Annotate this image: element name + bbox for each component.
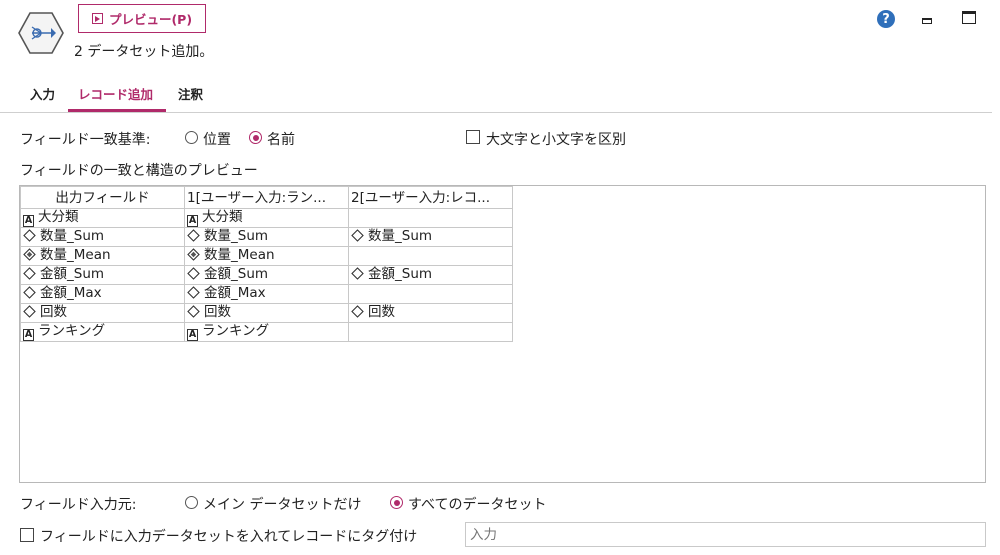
input-1-cell: 金額_Sum <box>184 265 349 285</box>
nominal-type-icon: A <box>23 215 34 227</box>
mixed-type-icon <box>187 248 200 265</box>
main-dataset-only-radio[interactable] <box>185 496 198 509</box>
field-name: 金額_Max <box>204 285 266 302</box>
field-match-table: 出力フィールド 1[ユーザー入力:ラン... 2[ユーザー入力:レコ... A大… <box>20 186 513 342</box>
help-icon[interactable]: ? <box>877 10 895 28</box>
input-1-cell: 数量_Mean <box>184 246 349 266</box>
output-field-cell: 数量_Sum <box>20 227 185 247</box>
match-by-position-label[interactable]: 位置 <box>203 129 231 149</box>
output-field-cell: 数量_Mean <box>20 246 185 266</box>
table-row[interactable]: A 大分類 A 大分類 <box>20 208 513 228</box>
field-name: 金額_Sum <box>368 266 433 283</box>
preview-section-title: フィールドの一致と構造のプレビュー <box>20 163 258 179</box>
table-row[interactable]: 数量_Mean 数量_Mean <box>20 246 513 266</box>
nominal-type-icon: A <box>187 215 198 227</box>
continuous-type-icon <box>187 286 200 303</box>
table-header-row: 出力フィールド 1[ユーザー入力:ラン... 2[ユーザー入力:レコ... <box>20 186 513 209</box>
field-name: ランキング <box>38 323 106 340</box>
continuous-type-icon <box>187 229 200 246</box>
continuous-type-icon <box>187 267 200 284</box>
field-name: 数量_Sum <box>368 228 433 245</box>
column-header-input-2[interactable]: 2[ユーザー入力:レコ... <box>348 186 513 209</box>
table-row[interactable]: 数量_Sum 数量_Sum 数量_Sum <box>20 227 513 247</box>
table-row[interactable]: 金額_Max 金額_Max <box>20 284 513 304</box>
field-name: 数量_Mean <box>40 247 111 264</box>
output-field-cell: 金額_Sum <box>20 265 185 285</box>
input-1-cell: 金額_Max <box>184 284 349 304</box>
field-name: 回数 <box>40 304 67 321</box>
match-by-name-label[interactable]: 名前 <box>267 129 295 149</box>
continuous-type-icon <box>23 267 36 284</box>
field-name: 数量_Sum <box>204 228 269 245</box>
input-2-cell: 金額_Sum <box>348 265 513 285</box>
preview-button[interactable]: プレビュー(P) <box>78 4 206 33</box>
nominal-type-icon: A <box>187 329 198 341</box>
preview-button-label: プレビュー(P) <box>108 12 193 27</box>
match-by-position-radio[interactable] <box>185 131 198 144</box>
column-header-output-field[interactable]: 出力フィールド <box>20 186 185 209</box>
input-2-cell <box>348 208 513 228</box>
continuous-type-icon <box>351 267 364 284</box>
input-1-cell: A ランキング <box>184 322 349 342</box>
output-field-cell: A ランキング <box>20 322 185 342</box>
output-field-cell: 金額_Max <box>20 284 185 304</box>
input-2-cell: 回数 <box>348 303 513 323</box>
input-2-cell: 数量_Sum <box>348 227 513 247</box>
field-name: 回数 <box>204 304 231 321</box>
match-by-name-radio[interactable] <box>249 131 262 144</box>
append-node-icon <box>18 10 64 56</box>
maximize-icon[interactable] <box>962 11 976 24</box>
active-tab-indicator <box>68 109 166 112</box>
table-row[interactable]: A ランキング A ランキング <box>20 322 513 342</box>
output-field-cell: A 大分類 <box>20 208 185 228</box>
field-name: 回数 <box>368 304 395 321</box>
input-2-cell <box>348 284 513 304</box>
tag-records-label[interactable]: フィールドに入力データセットを入れてレコードにタグ付け <box>40 526 417 546</box>
field-name: 数量_Sum <box>40 228 105 245</box>
mixed-type-icon <box>23 248 36 265</box>
continuous-type-icon <box>351 229 364 246</box>
play-icon <box>91 13 103 24</box>
tag-records-checkbox[interactable] <box>20 528 34 542</box>
all-datasets-label[interactable]: すべてのデータセット <box>408 494 546 514</box>
field-match-table-panel[interactable]: 出力フィールド 1[ユーザー入力:ラン... 2[ユーザー入力:レコ... A大… <box>19 185 986 483</box>
input-2-cell <box>348 246 513 266</box>
field-name: 金額_Max <box>40 285 102 302</box>
input-1-cell: 数量_Sum <box>184 227 349 247</box>
tab-bar: 入力 レコード追加 注釈 <box>0 72 992 113</box>
input-1-cell: 回数 <box>184 303 349 323</box>
continuous-type-icon <box>23 229 36 246</box>
include-from-label: フィールド入力元: <box>20 497 137 513</box>
tag-field-name-input[interactable] <box>465 522 986 547</box>
case-sensitive-checkbox[interactable] <box>466 130 480 144</box>
field-match-label: フィールド一致基準: <box>20 132 151 148</box>
field-name: 金額_Sum <box>40 266 105 283</box>
field-name: ランキング <box>202 323 270 340</box>
continuous-type-icon <box>23 286 36 303</box>
continuous-type-icon <box>23 305 36 322</box>
continuous-type-icon <box>351 305 364 322</box>
table-row[interactable]: 金額_Sum 金額_Sum 金額_Sum <box>20 265 513 285</box>
input-1-cell: A 大分類 <box>184 208 349 228</box>
all-datasets-radio[interactable] <box>390 496 403 509</box>
case-sensitive-label[interactable]: 大文字と小文字を区別 <box>486 129 626 149</box>
field-name: 大分類 <box>38 209 79 226</box>
field-name: 大分類 <box>202 209 243 226</box>
table-row[interactable]: 回数 回数 回数 <box>20 303 513 323</box>
field-name: 金額_Sum <box>204 266 269 283</box>
tab-append[interactable]: レコード追加 <box>78 84 153 103</box>
input-2-cell <box>348 322 513 342</box>
output-field-cell: 回数 <box>20 303 185 323</box>
main-dataset-only-label[interactable]: メイン データセットだけ <box>203 494 361 514</box>
continuous-type-icon <box>187 305 200 322</box>
column-header-input-1[interactable]: 1[ユーザー入力:ラン... <box>184 186 349 209</box>
tab-annotations[interactable]: 注釈 <box>178 84 203 103</box>
field-name: 数量_Mean <box>204 247 275 264</box>
nominal-type-icon: A <box>23 329 34 341</box>
node-description: 2 データセット追加。 <box>74 44 214 60</box>
tab-inputs[interactable]: 入力 <box>30 84 55 103</box>
minimize-icon[interactable] <box>922 12 934 24</box>
